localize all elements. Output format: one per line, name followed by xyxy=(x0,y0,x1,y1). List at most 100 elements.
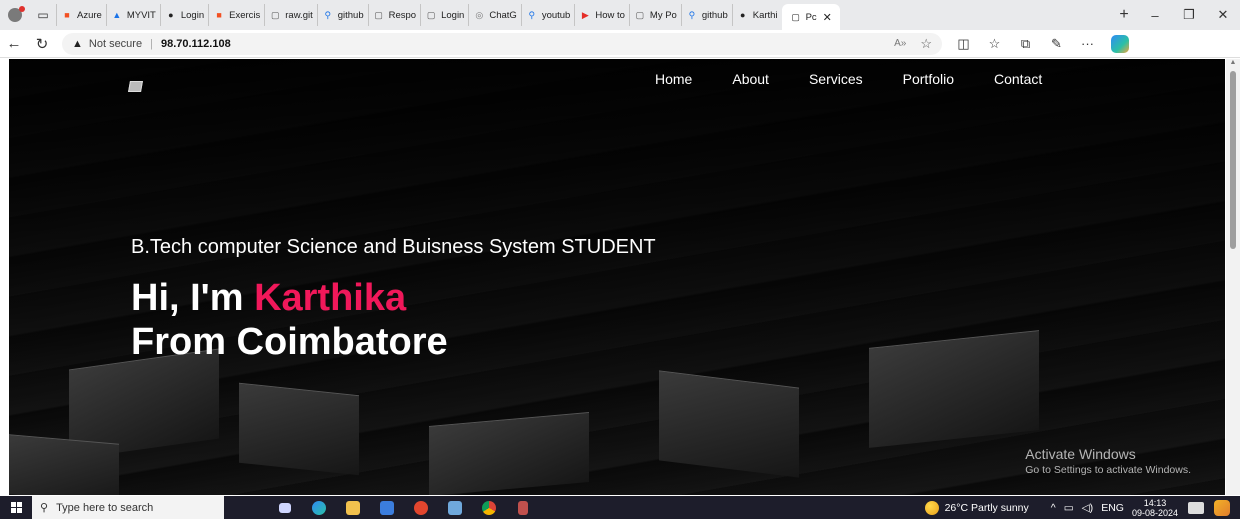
search-placeholder: Type here to search xyxy=(56,501,154,514)
browser-tab[interactable]: ⚲ github xyxy=(316,4,368,26)
taskbar: ⚲ Type here to search 26°C Partly sunny … xyxy=(0,496,1240,519)
hero-subtitle: B.Tech computer Science and Buisness Sys… xyxy=(131,236,656,258)
chatgpt-icon: ◎ xyxy=(475,9,484,20)
language-indicator[interactable]: ENG xyxy=(1101,502,1124,514)
tab-actions-icon[interactable]: ▭ xyxy=(30,0,56,30)
scroll-up-icon[interactable]: ▲ xyxy=(1226,59,1240,69)
hero-greeting: Hi, I'm xyxy=(131,277,255,319)
photos-icon[interactable] xyxy=(438,496,472,519)
background-cube xyxy=(659,370,799,478)
background-cube xyxy=(239,382,359,476)
security-label: Not secure xyxy=(88,37,143,50)
store-icon[interactable] xyxy=(370,496,404,519)
new-tab-button[interactable]: + xyxy=(1110,6,1138,24)
taskbar-search[interactable]: ⚲ Type here to search xyxy=(32,496,224,519)
back-icon[interactable]: ← xyxy=(0,35,28,52)
page-scrollbar[interactable]: ▲ xyxy=(1226,59,1240,495)
browser-tab[interactable]: ▢ Respo xyxy=(367,4,420,26)
nav-home[interactable]: Home xyxy=(655,71,692,87)
start-button[interactable] xyxy=(0,502,32,513)
tab-label: MYVIT xyxy=(126,9,156,21)
more-menu-icon[interactable]: ··· xyxy=(1072,36,1103,51)
search-icon: ⚲ xyxy=(688,9,696,20)
browser-tab[interactable]: ▢ My Po xyxy=(628,4,681,26)
clock[interactable]: 14:13 09-08-2024 xyxy=(1132,498,1178,518)
browser-tab[interactable]: ⚲ github xyxy=(680,4,732,26)
search-icon: ⚲ xyxy=(528,9,536,20)
browser-tab[interactable]: ■ Exercis xyxy=(208,4,264,26)
file-explorer-icon[interactable] xyxy=(336,496,370,519)
background-cube xyxy=(9,434,119,495)
search-icon: ⚲ xyxy=(40,502,49,514)
notifications-icon[interactable] xyxy=(1188,501,1204,514)
watermark-title: Activate Windows xyxy=(1025,446,1136,462)
restore-icon[interactable]: ❐ xyxy=(1172,0,1206,30)
browser-tab[interactable]: ▶ How to xyxy=(574,4,629,26)
scrollbar-thumb[interactable] xyxy=(1230,71,1236,249)
nav-about[interactable]: About xyxy=(732,71,769,87)
refresh-icon[interactable]: ↻ xyxy=(28,35,56,53)
logo-image[interactable] xyxy=(129,81,142,92)
tab-label: raw.git xyxy=(285,9,313,21)
app-pinned-icon[interactable] xyxy=(506,496,540,519)
tab-strip: ▭ ■ Azure ▲ MYVIT ● Login ■ Exercis ▢ raw.git ⚲ git… xyxy=(0,0,1240,30)
browser-toolbar: ◫ ☆ ⧉ ✎ ··· xyxy=(948,34,1129,53)
chrome-icon[interactable] xyxy=(472,496,506,519)
nav-services[interactable]: Services xyxy=(809,71,863,87)
favorites-icon[interactable]: ☆ xyxy=(979,36,1010,52)
youtube-icon: ▶ xyxy=(581,9,589,20)
nav-portfolio[interactable]: Portfolio xyxy=(903,71,954,87)
microsoft-icon: ■ xyxy=(216,10,222,20)
edge-icon[interactable] xyxy=(302,496,336,519)
weather-sun-icon xyxy=(924,500,939,515)
hero-location: From Coimbatore xyxy=(131,321,448,363)
volume-icon[interactable]: ◁) xyxy=(1082,502,1094,514)
browser-tab[interactable]: ● Login xyxy=(159,4,208,26)
copilot-icon[interactable] xyxy=(1111,34,1129,53)
url-field[interactable]: ▲ Not secure | 98.70.112.108 A» ☆ xyxy=(62,32,942,55)
page-icon: ▢ xyxy=(271,9,280,20)
page-viewport: Home About Services Portfolio Contact B.… xyxy=(9,59,1225,495)
minimize-icon[interactable]: – xyxy=(1138,0,1172,30)
microsoft-icon: ■ xyxy=(64,10,70,20)
profile-button[interactable] xyxy=(0,0,30,30)
tab-label: github xyxy=(701,9,728,21)
weather-widget[interactable]: 26°C Partly sunny xyxy=(924,500,1037,515)
tab-label: Login xyxy=(441,9,465,21)
task-view-icon[interactable] xyxy=(268,496,302,519)
page-icon: ▢ xyxy=(635,9,645,20)
favorite-star-icon[interactable]: ☆ xyxy=(920,36,932,52)
collections-icon[interactable]: ⧉ xyxy=(1010,36,1041,52)
watermark-subtitle: Go to Settings to activate Windows. xyxy=(1025,464,1191,476)
nav-contact[interactable]: Contact xyxy=(994,71,1042,87)
office-app-icon[interactable] xyxy=(404,496,438,519)
tray-chevron-icon[interactable]: ^ xyxy=(1051,502,1056,514)
network-icon[interactable]: ▭ xyxy=(1064,502,1074,514)
tab-label: github xyxy=(337,9,364,21)
weather-text: 26°C Partly sunny xyxy=(944,501,1029,514)
browser-tab[interactable]: ■ Azure xyxy=(56,4,106,26)
browser-tab[interactable]: ◎ ChatG xyxy=(468,4,520,26)
active-browser-tab[interactable]: ▢ Pc ✕ xyxy=(781,4,840,30)
background-cube xyxy=(869,330,1039,448)
browser-tab[interactable]: ● Karthi xyxy=(731,4,782,26)
extensions-icon[interactable]: ✎ xyxy=(1041,36,1072,52)
github-icon: ● xyxy=(168,10,174,20)
browser-tab[interactable]: ▲ MYVIT xyxy=(105,4,160,26)
browser-tab[interactable]: ⚲ youtub xyxy=(520,4,575,26)
split-screen-icon[interactable]: ◫ xyxy=(948,36,979,52)
warning-icon[interactable]: ▲ xyxy=(72,38,83,50)
profile-avatar-icon xyxy=(8,6,25,22)
myvit-icon: ▲ xyxy=(112,10,122,20)
page-icon: ▢ xyxy=(426,9,436,20)
close-window-icon[interactable]: ✕ xyxy=(1206,0,1240,30)
browser-tab[interactable]: ▢ raw.git xyxy=(264,4,316,26)
close-tab-icon[interactable]: ✕ xyxy=(823,11,832,24)
read-aloud-icon[interactable]: A» xyxy=(894,38,906,49)
browser-tab[interactable]: ▢ Login xyxy=(420,4,468,26)
tab-label: How to xyxy=(595,9,625,21)
page-icon: ▢ xyxy=(374,9,383,20)
tray-app-icon[interactable] xyxy=(1214,499,1230,516)
page-icon: ▢ xyxy=(791,11,800,22)
hero-heading: Hi, I'm Karthika From Coimbatore xyxy=(131,276,448,364)
